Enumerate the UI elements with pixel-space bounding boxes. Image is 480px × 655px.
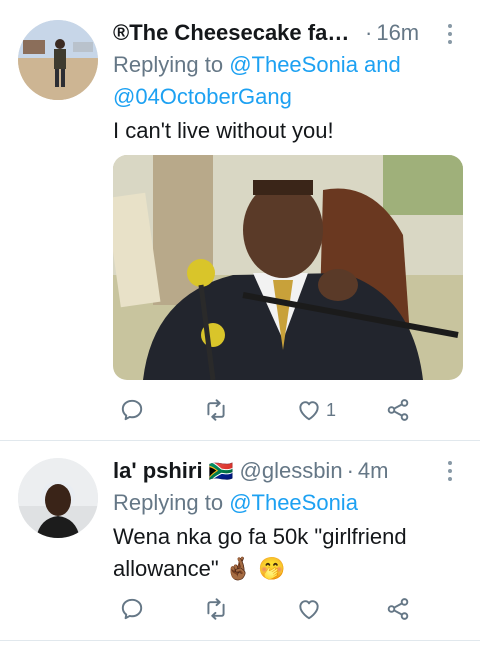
timestamp[interactable]: 16m bbox=[376, 20, 419, 46]
avatar[interactable] bbox=[18, 20, 98, 100]
mention-link[interactable]: @TheeSonia bbox=[229, 490, 358, 515]
heart-icon bbox=[299, 401, 319, 421]
tweet-text-line-2: allowance" bbox=[113, 556, 219, 581]
replying-to-label: Replying to bbox=[113, 52, 230, 77]
retweet-icon bbox=[207, 399, 225, 421]
mention-link[interactable]: @TheeSonia and bbox=[229, 52, 401, 77]
tweet-text: Wena nka go fa 50k "girlfriend allowance… bbox=[113, 521, 460, 585]
timestamp[interactable]: 4m bbox=[358, 458, 389, 484]
share-icon bbox=[387, 598, 409, 620]
tweet-text: I can't live without you! bbox=[113, 118, 334, 143]
share-button[interactable] bbox=[385, 593, 411, 625]
reply-button[interactable] bbox=[119, 593, 145, 625]
like-button[interactable] bbox=[296, 593, 326, 625]
like-count: 1 bbox=[326, 399, 337, 420]
reply-button[interactable] bbox=[119, 394, 149, 426]
more-vertical-icon[interactable] bbox=[448, 461, 452, 481]
tweet-text-line-1: Wena nka go fa 50k "girlfriend bbox=[113, 524, 407, 549]
display-name[interactable]: la' pshiri bbox=[113, 458, 203, 484]
display-name[interactable]: ®The Cheesecake fact... bbox=[113, 20, 361, 46]
emoji: 🤞🏾 🤭 bbox=[224, 556, 286, 581]
tweet-divider bbox=[0, 640, 480, 641]
tweet-1[interactable]: ®The Cheesecake fact... · 16m Replying t… bbox=[0, 0, 480, 440]
flag-icon: 🇿🇦 bbox=[208, 460, 234, 483]
like-button[interactable]: 1 bbox=[296, 394, 336, 426]
share-icon bbox=[387, 399, 409, 421]
replying-to-label: Replying to bbox=[113, 490, 230, 515]
reply-icon bbox=[121, 399, 143, 421]
handle[interactable]: @glessbin bbox=[240, 458, 343, 484]
retweet-button[interactable] bbox=[203, 593, 229, 625]
more-vertical-icon[interactable] bbox=[448, 24, 452, 44]
heart-icon bbox=[299, 600, 319, 620]
reply-icon bbox=[121, 598, 143, 620]
separator-dot: · bbox=[365, 20, 373, 45]
mention-link-2[interactable]: @04OctoberGang bbox=[113, 84, 292, 109]
avatar[interactable] bbox=[18, 458, 98, 538]
retweet-icon bbox=[207, 598, 225, 620]
tweet-media[interactable] bbox=[113, 155, 463, 380]
separator-dot: · bbox=[346, 458, 354, 483]
retweet-button[interactable] bbox=[203, 394, 233, 426]
share-button[interactable] bbox=[385, 394, 411, 426]
replying-to: Replying to @TheeSonia bbox=[113, 487, 460, 519]
tweet-2[interactable]: la' pshiri 🇿🇦 @glessbin · 4m Replying to… bbox=[0, 441, 480, 655]
replying-to: Replying to @TheeSonia and @04OctoberGan… bbox=[113, 49, 460, 113]
